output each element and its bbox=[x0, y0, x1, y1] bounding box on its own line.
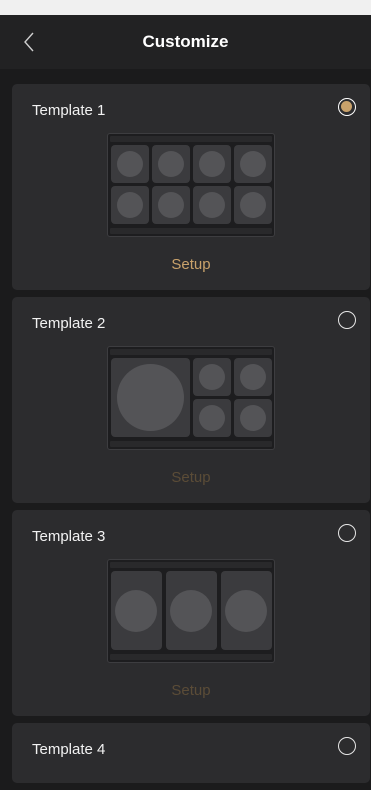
preview-grid bbox=[111, 145, 272, 225]
preview-tile bbox=[111, 571, 162, 650]
back-button[interactable] bbox=[18, 31, 40, 53]
template-1-preview bbox=[107, 133, 275, 237]
preview-tile bbox=[221, 571, 272, 650]
preview-tile-large bbox=[111, 358, 190, 437]
template-card-4[interactable]: Template 4 bbox=[12, 723, 370, 783]
template-radio-3[interactable] bbox=[338, 524, 356, 542]
setup-button[interactable]: Setup bbox=[12, 682, 370, 699]
template-label: Template 2 bbox=[32, 315, 106, 332]
template-card-3[interactable]: Template 3 Setup bbox=[12, 510, 370, 716]
setup-button[interactable]: Setup bbox=[12, 256, 370, 273]
preview-bottom-bar bbox=[110, 441, 272, 447]
preview-top-bar bbox=[110, 562, 272, 568]
preview-grid bbox=[111, 358, 272, 438]
template-radio-1[interactable] bbox=[338, 98, 356, 116]
setup-button[interactable]: Setup bbox=[12, 469, 370, 486]
preview-tile bbox=[234, 358, 272, 396]
chevron-left-icon bbox=[24, 32, 34, 52]
template-card-2[interactable]: Template 2 Setup bbox=[12, 297, 370, 503]
preview-tile bbox=[166, 571, 217, 650]
preview-tile bbox=[193, 399, 231, 437]
preview-tile bbox=[111, 186, 149, 224]
preview-tile bbox=[111, 145, 149, 183]
preview-tile bbox=[193, 358, 231, 396]
template-3-preview bbox=[107, 559, 275, 663]
preview-grid bbox=[111, 571, 272, 651]
template-card-1[interactable]: Template 1 Setup bbox=[12, 84, 370, 290]
preview-top-bar bbox=[110, 136, 272, 142]
nav-header: Customize bbox=[0, 15, 371, 69]
preview-bottom-bar bbox=[110, 654, 272, 660]
preview-tile bbox=[193, 186, 231, 224]
template-label: Template 4 bbox=[32, 741, 106, 758]
status-bar bbox=[0, 0, 371, 15]
template-label: Template 1 bbox=[32, 102, 106, 119]
preview-tile bbox=[193, 145, 231, 183]
preview-tile bbox=[234, 145, 272, 183]
preview-tile bbox=[234, 186, 272, 224]
preview-tile bbox=[152, 186, 190, 224]
preview-tile bbox=[152, 145, 190, 183]
template-2-preview bbox=[107, 346, 275, 450]
preview-tile bbox=[234, 399, 272, 437]
template-radio-4[interactable] bbox=[338, 737, 356, 755]
preview-bottom-bar bbox=[110, 228, 272, 234]
template-label: Template 3 bbox=[32, 528, 106, 545]
template-radio-2[interactable] bbox=[338, 311, 356, 329]
template-list: Template 1 Setup Template 2 Setup Templa… bbox=[12, 84, 370, 790]
preview-top-bar bbox=[110, 349, 272, 355]
page-title: Customize bbox=[142, 32, 229, 51]
